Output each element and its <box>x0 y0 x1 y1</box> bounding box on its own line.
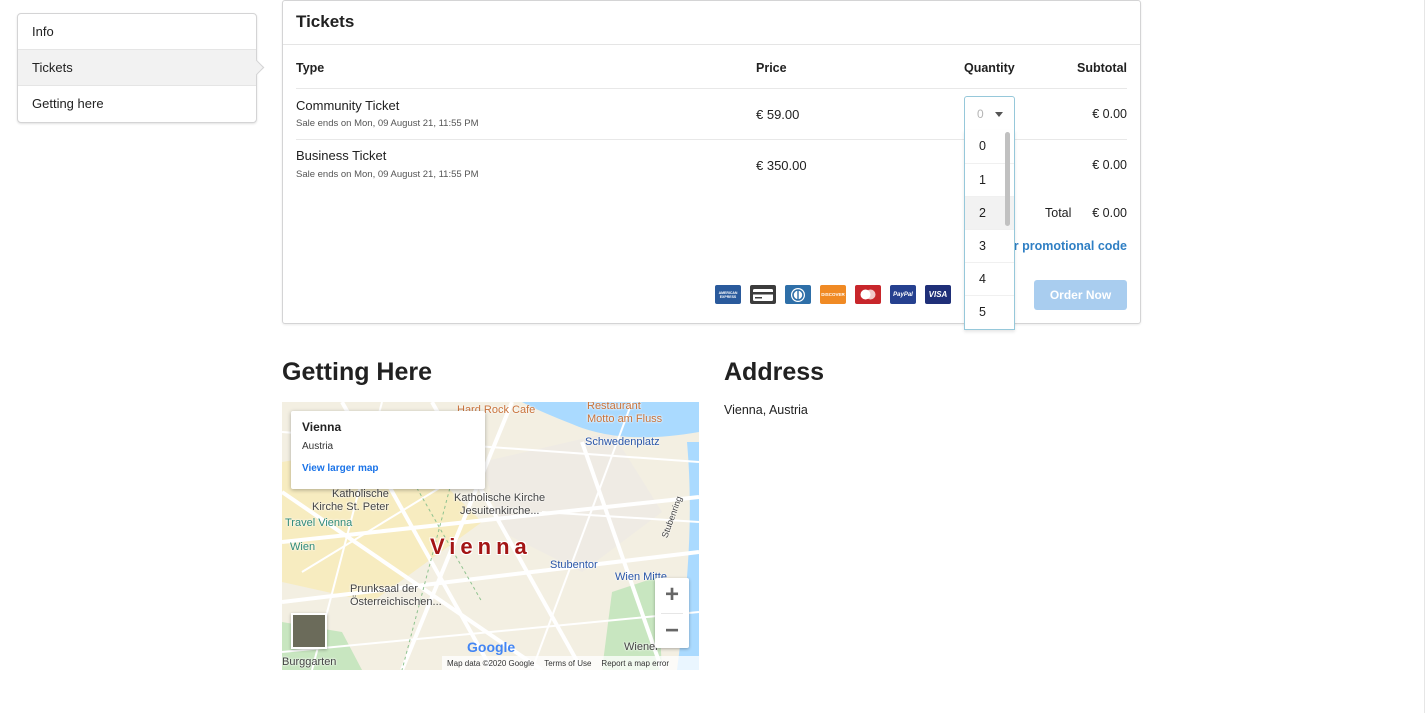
map-data-attribution: Map data ©2020 Google <box>447 658 535 668</box>
quantity-option[interactable]: 4 <box>965 262 1014 295</box>
promo-code-link[interactable]: ter promotional code <box>1003 239 1127 253</box>
zoom-in-button[interactable]: + <box>655 578 689 613</box>
visa-icon: VISA <box>925 285 951 304</box>
diners-icon <box>785 285 811 304</box>
dropdown-scrollbar[interactable] <box>1005 132 1010 226</box>
quantity-select[interactable]: 0 <box>964 96 1015 131</box>
column-type: Type <box>296 61 325 75</box>
quantity-selected-value: 0 <box>977 107 984 121</box>
map-info-country: Austria <box>302 441 334 452</box>
map-city-label: Vienna <box>430 534 532 559</box>
map-label: Travel Vienna <box>285 517 353 529</box>
map-label: Wien <box>290 541 316 553</box>
map-info-title: Vienna <box>302 420 342 434</box>
zoom-out-button[interactable]: − <box>655 614 689 649</box>
ticket-name: Community Ticket <box>296 98 400 113</box>
column-subtotal: Subtotal <box>1077 61 1127 75</box>
tickets-title: Tickets <box>283 1 1140 45</box>
amex-icon: AMERICAN EXPRESS <box>715 285 741 304</box>
google-logo-text: Google <box>467 639 516 655</box>
map-label: Katholische <box>332 488 389 500</box>
map-info-window: Vienna Austria View larger map <box>291 411 485 489</box>
total-label: Total <box>1045 206 1072 220</box>
quantity-option[interactable]: 3 <box>965 229 1014 262</box>
ticket-sale-ends: Sale ends on Mon, 09 August 21, 11:55 PM <box>296 169 479 180</box>
ticket-subtotal: € 0.00 <box>1092 107 1127 121</box>
view-larger-map-link[interactable]: View larger map <box>302 463 474 474</box>
map-footer: Map data ©2020 Google Terms of Use Repor… <box>442 656 699 670</box>
sidebar-item-info[interactable]: Info <box>18 14 256 50</box>
map-label: Österreichischen... <box>350 596 442 608</box>
sidebar-item-tickets[interactable]: Tickets <box>18 50 256 86</box>
map-label: Katholische Kirche <box>454 492 546 504</box>
ticket-name: Business Ticket <box>296 148 387 163</box>
column-price: Price <box>756 61 787 75</box>
ticket-price: € 59.00 <box>756 107 800 122</box>
getting-here-heading: Getting Here <box>282 358 433 386</box>
satellite-toggle[interactable] <box>291 613 327 649</box>
ticket-subtotal: € 0.00 <box>1092 158 1127 172</box>
payment-methods: AMERICAN EXPRESS DISCOVER PayPal VISA <box>715 285 951 304</box>
card-icon <box>750 285 776 304</box>
page-edge-divider <box>1424 0 1425 713</box>
sidebar-item-getting-here[interactable]: Getting here <box>18 86 256 122</box>
discover-icon: DISCOVER <box>820 285 846 304</box>
map-label: Stubentor <box>550 559 598 571</box>
ticket-price: € 350.00 <box>756 158 807 173</box>
quantity-options-menu: 0 1 2 3 4 5 <box>964 130 1015 330</box>
mastercard-icon <box>855 285 881 304</box>
map-label: Schwedenplatz <box>585 436 660 448</box>
map-terms-link[interactable]: Terms of Use <box>544 659 591 668</box>
map-label: Wiener <box>624 641 659 653</box>
chevron-down-icon <box>995 112 1003 117</box>
address-heading: Address <box>724 358 825 386</box>
sidebar-menu: Info Tickets Getting here <box>17 13 257 123</box>
table-divider <box>296 88 1127 89</box>
order-now-button[interactable]: Order Now <box>1034 280 1127 310</box>
map-label: Motto am Fluss <box>587 413 663 425</box>
google-logo: Google <box>467 639 515 655</box>
map-label: Jesuitenkirche... <box>460 505 540 517</box>
paypal-icon: PayPal <box>890 285 916 304</box>
column-quantity: Quantity <box>964 61 1015 75</box>
embedded-map[interactable]: Hard Rock Cafe Restaurant Motto am Fluss… <box>282 402 699 670</box>
map-label: Prunksaal der <box>350 583 418 595</box>
map-label: Burggarten <box>282 656 337 668</box>
ticket-sale-ends: Sale ends on Mon, 09 August 21, 11:55 PM <box>296 118 479 129</box>
map-label: Kirche St. Peter <box>312 501 390 513</box>
map-report-link[interactable]: Report a map error <box>601 659 669 668</box>
address-text: Vienna, Austria <box>724 403 808 417</box>
total-value: € 0.00 <box>1092 206 1127 220</box>
quantity-option[interactable]: 5 <box>965 295 1014 328</box>
map-label: Restaurant <box>587 402 641 412</box>
map-zoom-controls: + − <box>655 578 689 648</box>
